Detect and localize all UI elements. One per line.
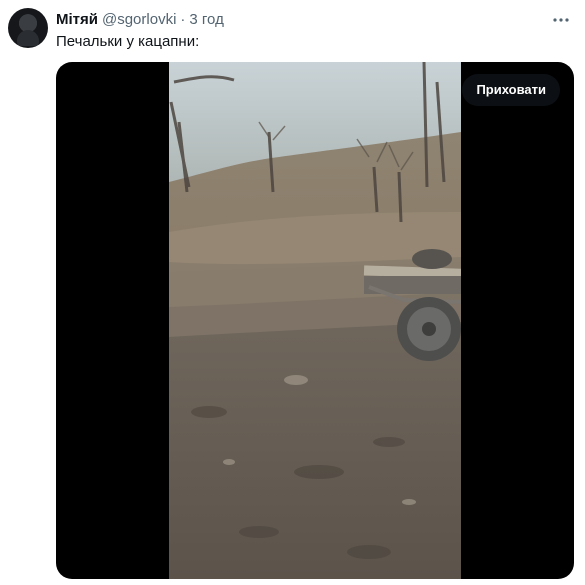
avatar[interactable]: [8, 8, 48, 48]
tweet-text: Печальки у кацапни:: [56, 33, 200, 50]
video-thumbnail: [169, 62, 461, 579]
video-frame[interactable]: [169, 62, 461, 579]
more-horizontal-icon: [553, 18, 569, 22]
tweet: Мітяй @sgorlovki · 3 год Печальки у каца…: [0, 0, 585, 585]
author-handle[interactable]: @sgorlovki: [102, 10, 176, 30]
tweet-header: Мітяй @sgorlovki · 3 год: [56, 10, 224, 30]
more-options-icon[interactable]: [551, 10, 571, 30]
timestamp[interactable]: 3 год: [189, 10, 223, 30]
author-name[interactable]: Мітяй: [56, 10, 98, 30]
video-player[interactable]: Приховати: [56, 62, 574, 579]
separator-dot: ·: [180, 11, 186, 28]
hide-media-button[interactable]: Приховати: [462, 74, 560, 106]
